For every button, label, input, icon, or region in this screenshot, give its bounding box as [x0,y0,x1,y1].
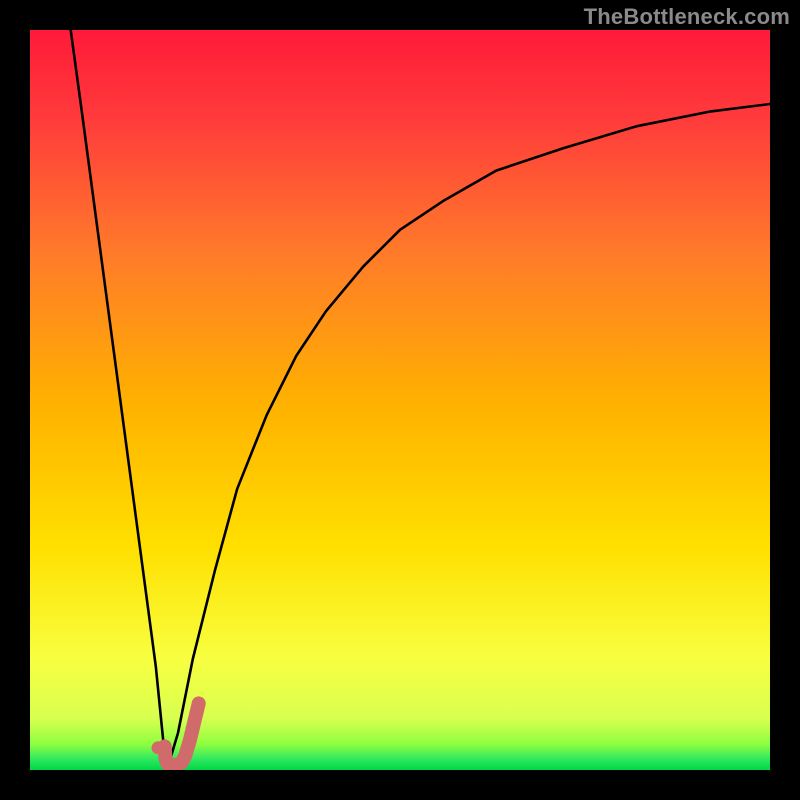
chart-svg [30,30,770,770]
dot-marker [152,741,165,754]
watermark-text: TheBottleneck.com [584,4,790,30]
plot-area [30,30,770,770]
outer-frame: TheBottleneck.com [0,0,800,800]
gradient-background [30,30,770,770]
